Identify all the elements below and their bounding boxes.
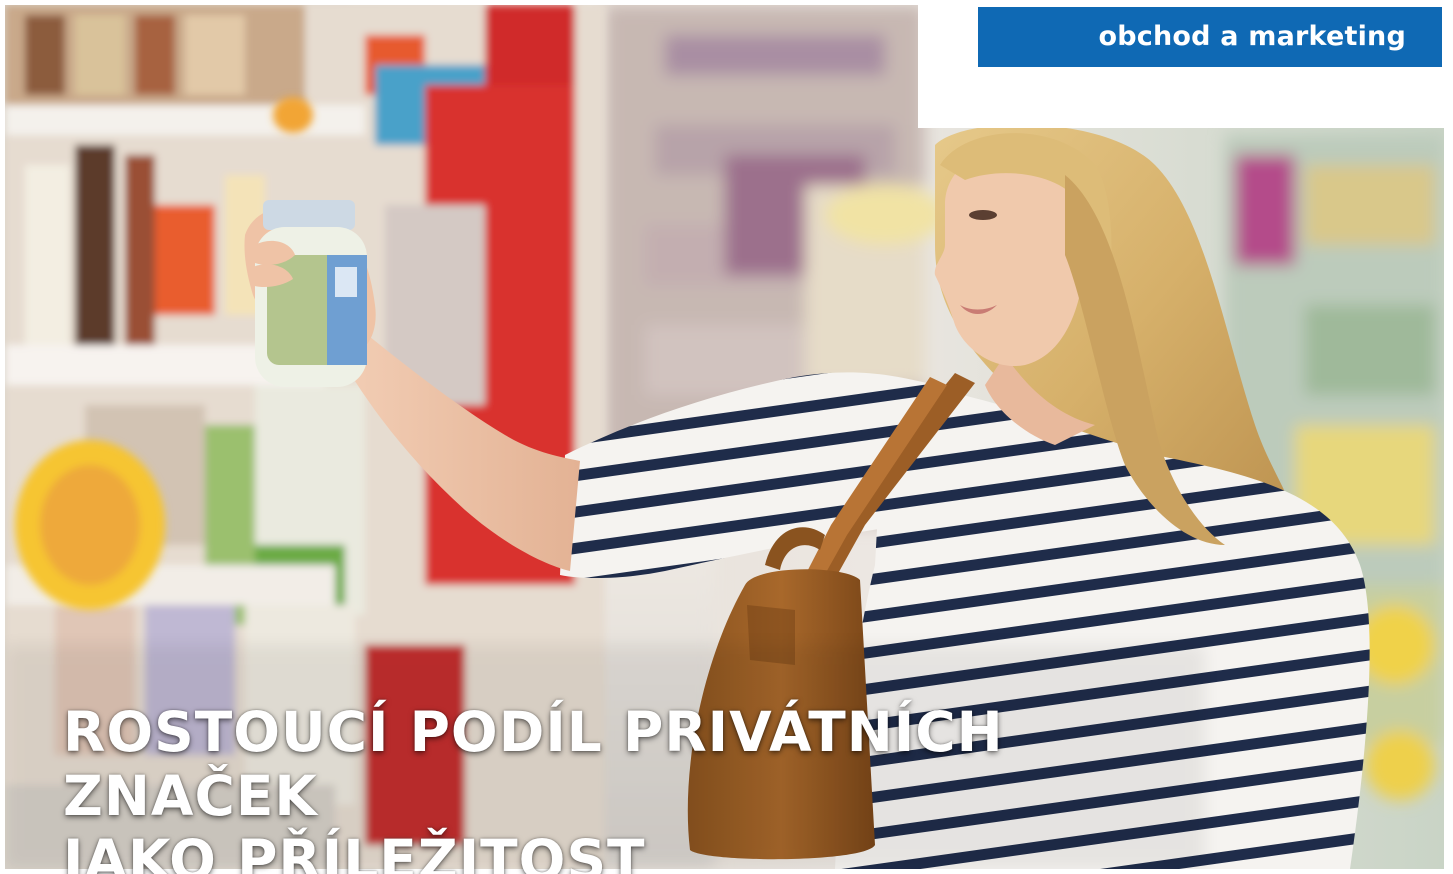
article-headline: ROSTOUCÍ PODÍL PRIVÁTNÍCH ZNAČEK JAKO PŘ… bbox=[63, 700, 1263, 874]
headline-line-1: ROSTOUCÍ PODÍL PRIVÁTNÍCH ZNAČEK bbox=[63, 700, 1004, 828]
headline-line-2: JAKO PŘÍLEŽITOST bbox=[63, 828, 646, 874]
section-badge: obchod a marketing bbox=[978, 7, 1442, 67]
magazine-page: obchod a marketing ROSTOUCÍ PODÍL PRIVÁT… bbox=[0, 0, 1453, 874]
